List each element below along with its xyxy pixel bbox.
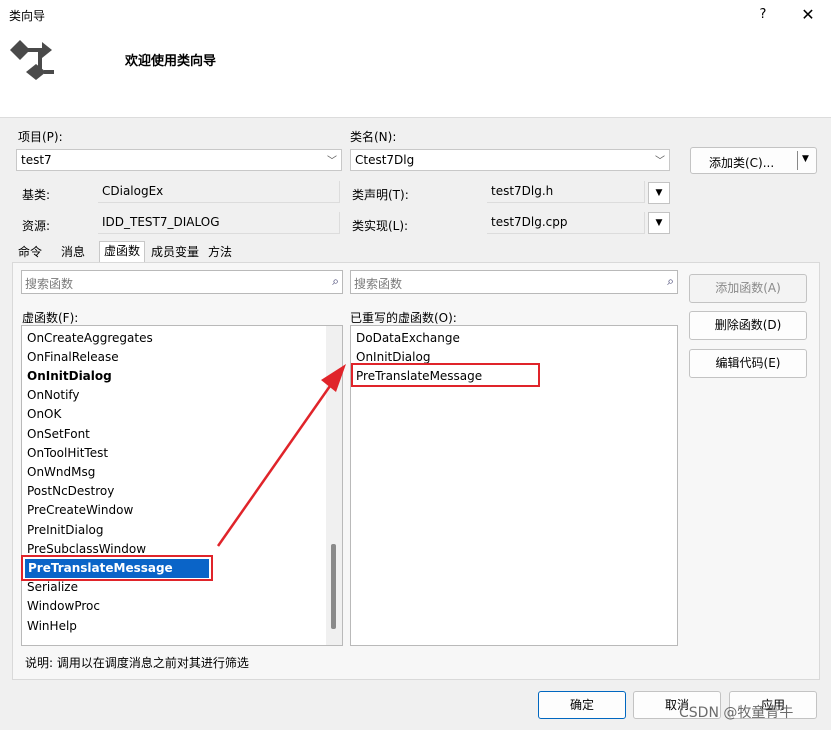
description-text: 说明: 调用以在调度消息之前对其进行筛选 [25, 656, 249, 670]
ok-button[interactable]: 确定 [538, 691, 626, 719]
watermark-text: CSDN @牧童青牛 [679, 705, 794, 721]
annotation-arrow-icon [216, 364, 346, 547]
